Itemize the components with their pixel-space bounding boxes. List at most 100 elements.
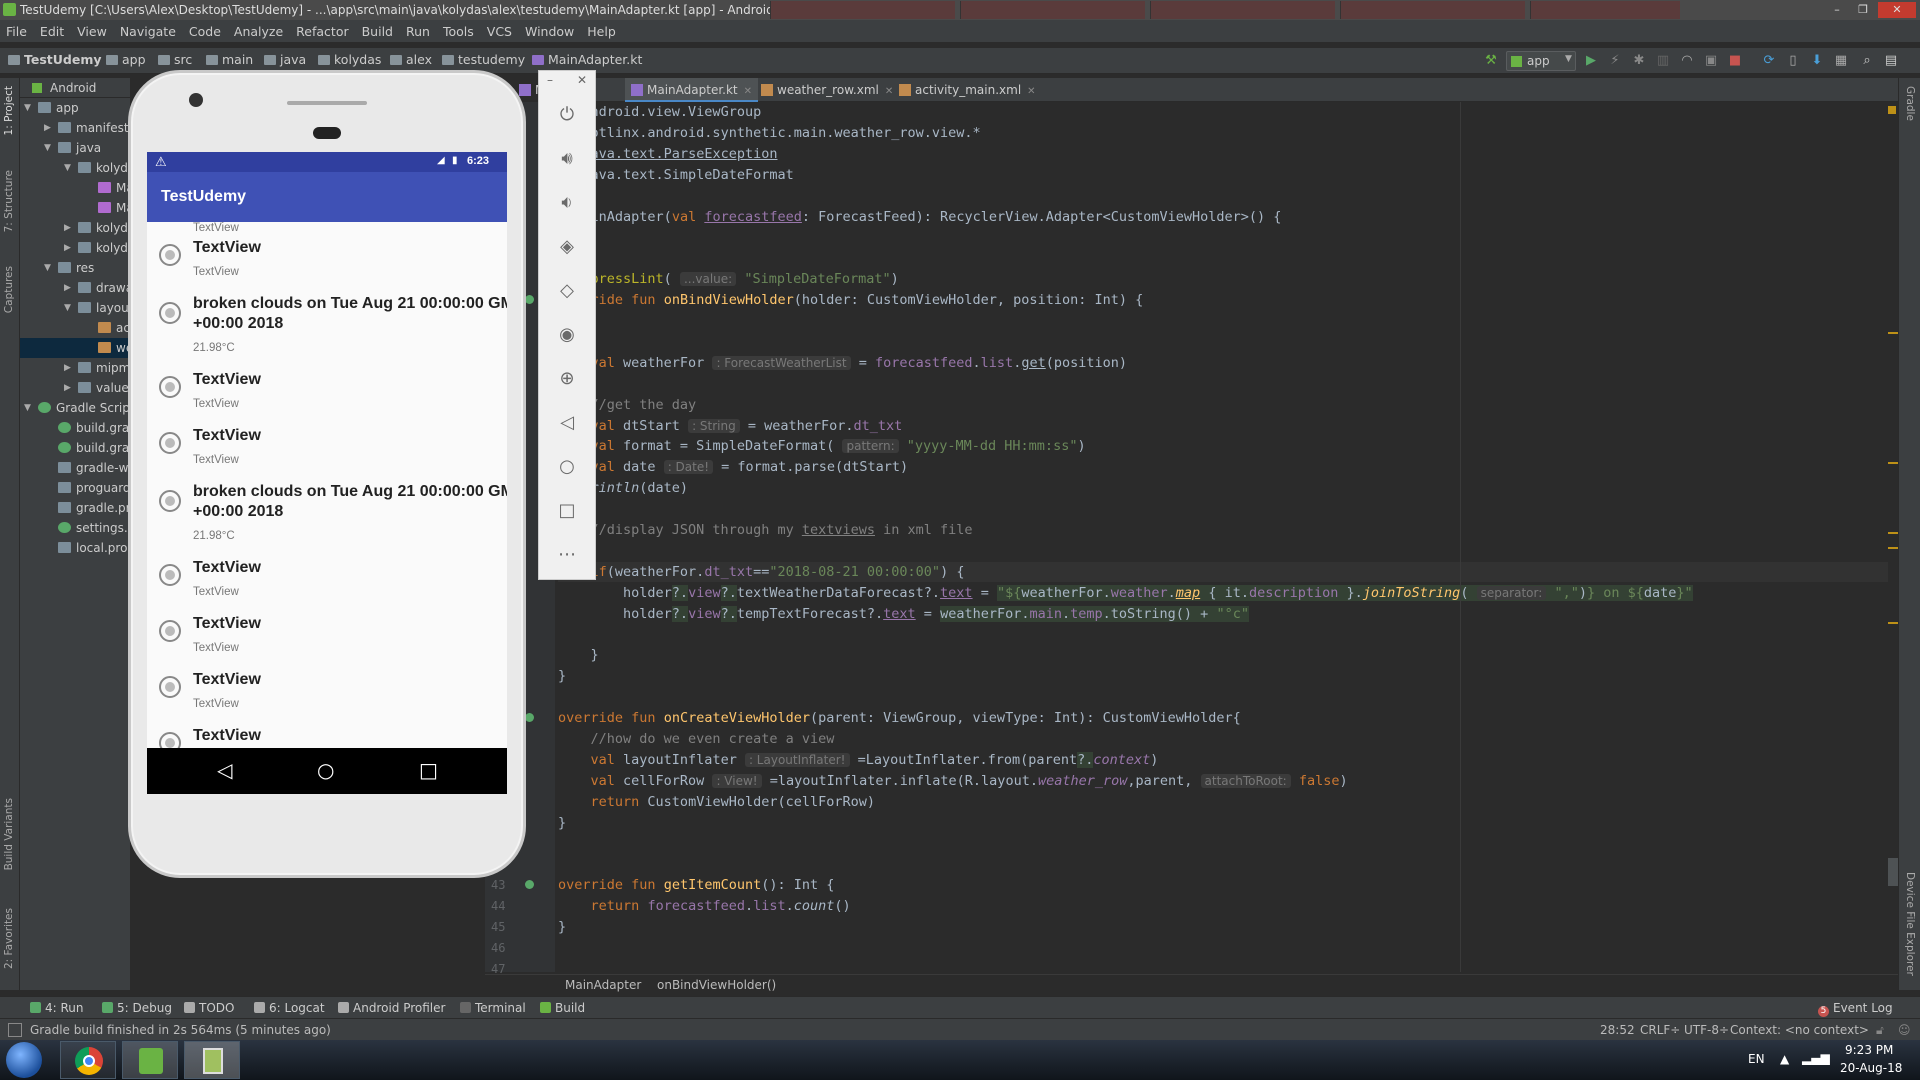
code-line[interactable]: val dtStart : String = weatherFor.dt_txt	[558, 416, 903, 436]
tree-item[interactable]: weather_row.xml	[20, 338, 218, 358]
project-structure-icon[interactable]: ▦	[1832, 52, 1850, 70]
sdk-manager-icon[interactable]: ⬇	[1808, 52, 1826, 70]
expanded-arrow-icon[interactable]: ▼	[44, 138, 51, 158]
coverage-icon[interactable]: ▥	[1654, 52, 1672, 70]
breadcrumb-main[interactable]: main	[206, 52, 253, 67]
radio-icon[interactable]	[159, 302, 181, 324]
clock-date[interactable]: 20-Aug-18	[1840, 1061, 1902, 1075]
expanded-arrow-icon[interactable]: ▼	[24, 98, 31, 118]
code-line[interactable]: s MainAdapter(val forecastfeed: Forecast…	[558, 207, 1281, 227]
editor-tab-mainadapter[interactable]: MainAdapter.kt ✕	[625, 78, 759, 102]
close-emulator-button[interactable]: ✕	[577, 73, 587, 87]
code-line[interactable]: }	[558, 917, 566, 937]
collapsed-arrow-icon[interactable]: ▶	[64, 218, 71, 238]
radio-icon[interactable]	[159, 490, 181, 512]
avd-manager-icon[interactable]: ▯	[1784, 52, 1802, 70]
override-marker-icon[interactable]	[525, 880, 534, 890]
stop-icon[interactable]: ■	[1726, 52, 1744, 70]
tool-terminal[interactable]: Terminal	[460, 1001, 526, 1015]
code-line[interactable]: override fun onCreateViewHolder(parent: …	[558, 708, 1241, 728]
tool-run[interactable]: 4: Run	[30, 1001, 84, 1015]
menu-vcs[interactable]: VCS	[487, 24, 512, 39]
caret-position[interactable]: 28:52	[1600, 1023, 1635, 1037]
nav-recents-button[interactable]: □	[419, 758, 438, 782]
scroll-thumb[interactable]	[1888, 858, 1898, 886]
apply-changes-icon[interactable]: ⚡	[1606, 52, 1624, 70]
editor-tab-weather-row[interactable]: weather_row.xml ✕	[755, 78, 899, 102]
code-editor[interactable]: rt android.view.ViewGrouprt kotlinx.andr…	[555, 102, 1901, 972]
maximize-button[interactable]: ❐	[1852, 2, 1874, 18]
layout-inspector-icon[interactable]: ▤	[1882, 52, 1900, 70]
radio-icon[interactable]	[159, 244, 181, 266]
rotate-left-icon[interactable]: ◈	[553, 233, 581, 261]
taskbar-chrome[interactable]	[60, 1041, 116, 1079]
nav-home-button[interactable]: ○	[317, 758, 334, 782]
start-button[interactable]	[6, 1042, 42, 1078]
collapsed-arrow-icon[interactable]: ▶	[64, 238, 71, 258]
run-icon[interactable]: ▶	[1582, 52, 1600, 70]
code-line[interactable]: }	[558, 813, 566, 833]
menu-edit[interactable]: Edit	[40, 24, 64, 39]
nav-back-button[interactable]: ◁	[217, 758, 232, 782]
menu-code[interactable]: Code	[189, 24, 221, 39]
menu-analyze[interactable]: Analyze	[234, 24, 283, 39]
radio-icon[interactable]	[159, 432, 181, 454]
tool-tab-gradle[interactable]: Gradle	[1904, 86, 1916, 121]
override-marker-icon[interactable]	[525, 295, 534, 305]
clock-time[interactable]: 9:23 PM	[1845, 1043, 1893, 1057]
tool-logcat[interactable]: 6: Logcat	[254, 1001, 325, 1015]
tool-tab-build-variants[interactable]: Build Variants	[3, 798, 15, 870]
close-tab-icon[interactable]: ✕	[1027, 86, 1035, 97]
taskbar-window-tab[interactable]	[770, 1, 955, 19]
tool-event-log[interactable]: 5 Event Log	[1818, 1001, 1893, 1017]
volume-down-icon[interactable]: 🔉︎	[553, 189, 581, 217]
tool-tab-structure[interactable]: 7: Structure	[3, 170, 15, 232]
breadcrumb-class[interactable]: MainAdapter	[565, 978, 641, 992]
close-button[interactable]: ✕	[1878, 2, 1916, 18]
radio-icon[interactable]	[159, 564, 181, 586]
editor-tab-activity-main[interactable]: activity_main.xml ✕	[893, 78, 1042, 102]
collapsed-arrow-icon[interactable]: ▶	[64, 358, 71, 378]
line-separator[interactable]: CRLF÷	[1640, 1023, 1680, 1037]
breadcrumb-src[interactable]: src	[158, 52, 192, 67]
tool-debug[interactable]: 5: Debug	[102, 1001, 172, 1015]
menu-help[interactable]: Help	[587, 24, 616, 39]
code-line[interactable]: }	[558, 666, 566, 686]
breadcrumb-project[interactable]: TestUdemy	[8, 52, 102, 67]
breadcrumb-testudemy[interactable]: testudemy	[442, 52, 525, 67]
menu-refactor[interactable]: Refactor	[296, 24, 348, 39]
expanded-arrow-icon[interactable]: ▼	[44, 258, 51, 278]
profile-icon[interactable]: ◠	[1678, 52, 1696, 70]
menu-view[interactable]: View	[77, 24, 107, 39]
tool-tab-project[interactable]: 1: Project	[3, 86, 15, 135]
menu-run[interactable]: Run	[406, 24, 430, 39]
taskbar-window-tab[interactable]	[960, 1, 1145, 19]
power-icon[interactable]: ⏻	[553, 101, 581, 129]
menu-window[interactable]: Window	[525, 24, 574, 39]
network-icon[interactable]: ▂▄▆	[1802, 1051, 1830, 1065]
run-config-select[interactable]: app ▼	[1506, 51, 1576, 71]
breadcrumb-alex[interactable]: alex	[390, 52, 432, 67]
code-line[interactable]: @SuppressLint( ...value: "SimpleDateForm…	[558, 269, 899, 289]
build-hammer-icon[interactable]: ⚒	[1482, 52, 1500, 70]
home-icon[interactable]: ○	[553, 453, 581, 481]
more-icon[interactable]: ⋯	[553, 541, 581, 569]
debug-icon[interactable]: ✱	[1630, 52, 1648, 70]
breadcrumb-kolydas[interactable]: kolydas	[318, 52, 381, 67]
code-line[interactable]: val format = SimpleDateFormat( pattern: …	[558, 436, 1086, 456]
tray-expand-icon[interactable]: ▲	[1780, 1052, 1789, 1066]
minimize-button[interactable]: –	[1826, 2, 1848, 18]
attach-debugger-icon[interactable]: ▣	[1702, 52, 1720, 70]
code-line[interactable]: holder?.view?.textWeatherDataForecast?.t…	[558, 583, 1693, 603]
breadcrumb-java[interactable]: java	[264, 52, 306, 67]
tool-tab-device-file-explorer[interactable]: Device File Explorer	[1904, 872, 1916, 976]
language-indicator[interactable]: EN	[1748, 1052, 1765, 1066]
project-panel-header[interactable]: Android	[20, 78, 130, 98]
code-line[interactable]: }	[558, 645, 599, 665]
inspector-icon[interactable]: ☺︎	[1898, 1023, 1911, 1037]
code-line[interactable]: val cellForRow : View! =layoutInflater.i…	[558, 771, 1348, 791]
breadcrumb-app[interactable]: app	[106, 52, 146, 67]
collapsed-arrow-icon[interactable]: ▶	[64, 278, 71, 298]
context-indicator[interactable]: Context: <no context>	[1730, 1023, 1869, 1037]
collapsed-arrow-icon[interactable]: ▶	[44, 118, 51, 138]
